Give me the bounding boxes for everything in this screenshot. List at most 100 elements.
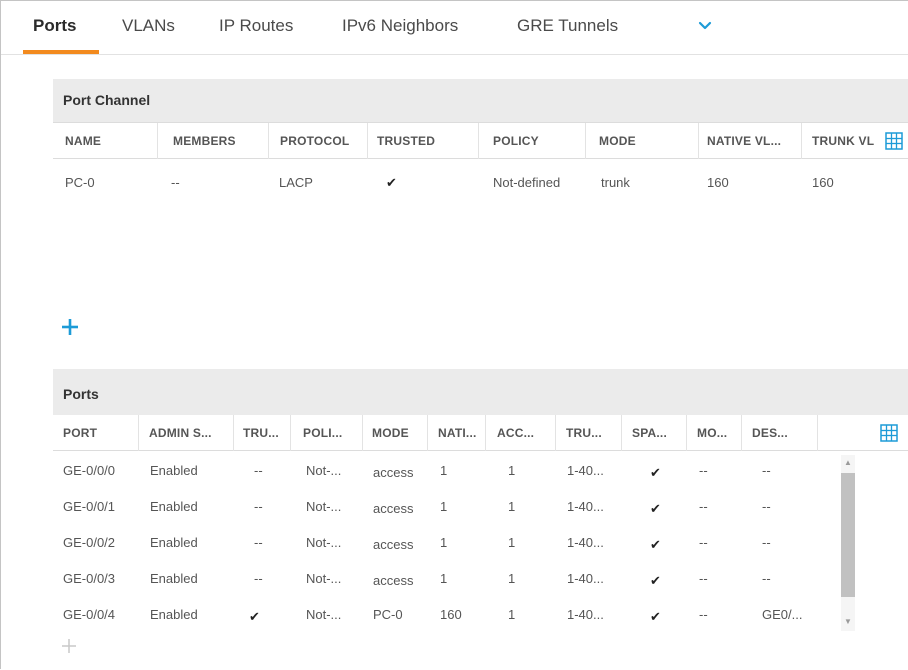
tab-ip-routes[interactable]: IP Routes <box>219 16 293 36</box>
column-header-native-vlan[interactable]: NATIVE VL... <box>707 134 781 148</box>
panel-title: Port Channel <box>63 92 151 108</box>
ports-column-headers: PORT ADMIN S... TRU... POLI... MODE NATI… <box>53 415 908 451</box>
cell-admin-status: Enabled <box>150 571 198 586</box>
column-header-spanning-tree[interactable]: SPA... <box>632 426 667 440</box>
cell-native-vlan: 1 <box>440 535 448 550</box>
cell-port: GE-0/0/1 <box>63 499 116 514</box>
plus-icon[interactable] <box>60 637 78 655</box>
cell-admin-status: Enabled <box>150 607 198 622</box>
cell-mode: access <box>373 501 414 516</box>
check-icon: ✔ <box>650 609 661 624</box>
cell-trunk-vlan: 1-40... <box>567 463 604 478</box>
column-header-policy[interactable]: POLI... <box>303 426 342 440</box>
check-icon: ✔ <box>650 501 661 516</box>
cell-protocol: LACP <box>279 175 313 190</box>
cell-admin-status: Enabled <box>150 499 198 514</box>
cell-access-vlan: 1 <box>508 463 516 478</box>
cell-policy: Not-defined <box>493 175 561 190</box>
scrollbar-thumb[interactable] <box>841 473 855 597</box>
panel-title: Ports <box>63 386 99 402</box>
cell-monitor: -- <box>699 463 708 478</box>
cell-trunk-vlan: 1-40... <box>567 571 604 586</box>
check-icon: ✔ <box>249 609 260 624</box>
chevron-down-icon[interactable] <box>696 17 714 35</box>
cell-policy: Not-... <box>306 535 342 550</box>
cell-mode: access <box>373 465 414 480</box>
grid-icon[interactable] <box>880 424 898 442</box>
cell-native-vlan: 1 <box>440 571 448 586</box>
cell-monitor: -- <box>699 607 708 622</box>
plus-icon[interactable] <box>60 317 80 337</box>
column-header-admin-status[interactable]: ADMIN S... <box>149 426 212 440</box>
cell-access-vlan: 1 <box>508 535 516 550</box>
column-header-mode[interactable]: MODE <box>372 426 409 440</box>
check-icon: ✔ <box>650 573 661 588</box>
column-header-description[interactable]: DES... <box>752 426 788 440</box>
cell-description: -- <box>762 571 771 586</box>
port-channel-panel: Port Channel NAME MEMBERS PROTOCOL TRUST… <box>53 79 908 351</box>
column-header-policy[interactable]: POLICY <box>493 134 539 148</box>
cell-monitor: -- <box>699 535 708 550</box>
cell-members: -- <box>171 175 180 190</box>
column-header-trunk-vlan[interactable]: TRU... <box>566 426 602 440</box>
cell-description: -- <box>762 463 771 478</box>
cell-policy: Not-... <box>306 607 342 622</box>
cell-native-vlan: 1 <box>440 463 448 478</box>
cell-trunk-vlan: 160 <box>812 175 834 190</box>
cell-policy: Not-... <box>306 463 342 478</box>
ports-config-view: Ports VLANs IP Routes IPv6 Neighbors GRE… <box>0 0 908 670</box>
tab-bar: Ports VLANs IP Routes IPv6 Neighbors GRE… <box>1 1 908 55</box>
cell-monitor: -- <box>699 499 708 514</box>
cell-trusted: -- <box>254 499 263 514</box>
scroll-up-icon[interactable]: ▲ <box>841 456 855 470</box>
panel-gap <box>53 351 908 369</box>
cell-trusted: -- <box>254 463 263 478</box>
cell-access-vlan: 1 <box>508 571 516 586</box>
cell-native-vlan: 160 <box>707 175 729 190</box>
check-icon: ✔ <box>650 465 661 480</box>
check-icon: ✔ <box>386 175 397 190</box>
cell-mode: PC-0 <box>373 607 403 622</box>
ports-header: Ports <box>53 369 908 415</box>
column-header-trusted[interactable]: TRUSTED <box>377 134 435 148</box>
column-header-native-vlan[interactable]: NATI... <box>438 426 477 440</box>
cell-mode: access <box>373 573 414 588</box>
cell-description: -- <box>762 499 771 514</box>
cell-trunk-vlan: 1-40... <box>567 535 604 550</box>
cell-trusted: -- <box>254 571 263 586</box>
column-header-members[interactable]: MEMBERS <box>173 134 236 148</box>
cell-admin-status: Enabled <box>150 535 198 550</box>
port-channel-column-headers: NAME MEMBERS PROTOCOL TRUSTED POLICY MOD… <box>53 123 908 159</box>
ports-panel: Ports PORT ADMIN S... TRU... POLI... MOD… <box>53 369 908 670</box>
column-header-trunk-vlan[interactable]: TRUNK VL <box>812 134 874 148</box>
cell-trunk-vlan: 1-40... <box>567 607 604 622</box>
cell-access-vlan: 1 <box>508 607 516 622</box>
column-header-port[interactable]: PORT <box>63 426 97 440</box>
cell-description: GE0/... <box>762 607 803 622</box>
cell-trusted: -- <box>254 535 263 550</box>
tab-ports[interactable]: Ports <box>33 16 76 36</box>
cell-native-vlan: 160 <box>440 607 462 622</box>
cell-access-vlan: 1 <box>508 499 516 514</box>
cell-port: GE-0/0/0 <box>63 463 116 478</box>
column-header-protocol[interactable]: PROTOCOL <box>280 134 349 148</box>
column-header-name[interactable]: NAME <box>65 134 101 148</box>
cell-native-vlan: 1 <box>440 499 448 514</box>
cell-monitor: -- <box>699 571 708 586</box>
column-header-mode[interactable]: MODE <box>599 134 636 148</box>
cell-policy: Not-... <box>306 499 342 514</box>
tab-vlans[interactable]: VLANs <box>122 16 175 36</box>
check-icon: ✔ <box>650 537 661 552</box>
column-header-trusted[interactable]: TRU... <box>243 426 279 440</box>
tab-ipv6-neighbors[interactable]: IPv6 Neighbors <box>342 16 458 36</box>
tab-gre-tunnels[interactable]: GRE Tunnels <box>517 16 618 36</box>
scroll-down-icon[interactable]: ▼ <box>841 615 855 629</box>
cell-name: PC-0 <box>65 175 95 190</box>
cell-port: GE-0/0/4 <box>63 607 116 622</box>
grid-icon[interactable] <box>885 132 903 150</box>
cell-mode: trunk <box>601 175 630 190</box>
cell-policy: Not-... <box>306 571 342 586</box>
column-header-access-vlan[interactable]: ACC... <box>497 426 534 440</box>
cell-description: -- <box>762 535 771 550</box>
column-header-monitor[interactable]: MO... <box>697 426 727 440</box>
